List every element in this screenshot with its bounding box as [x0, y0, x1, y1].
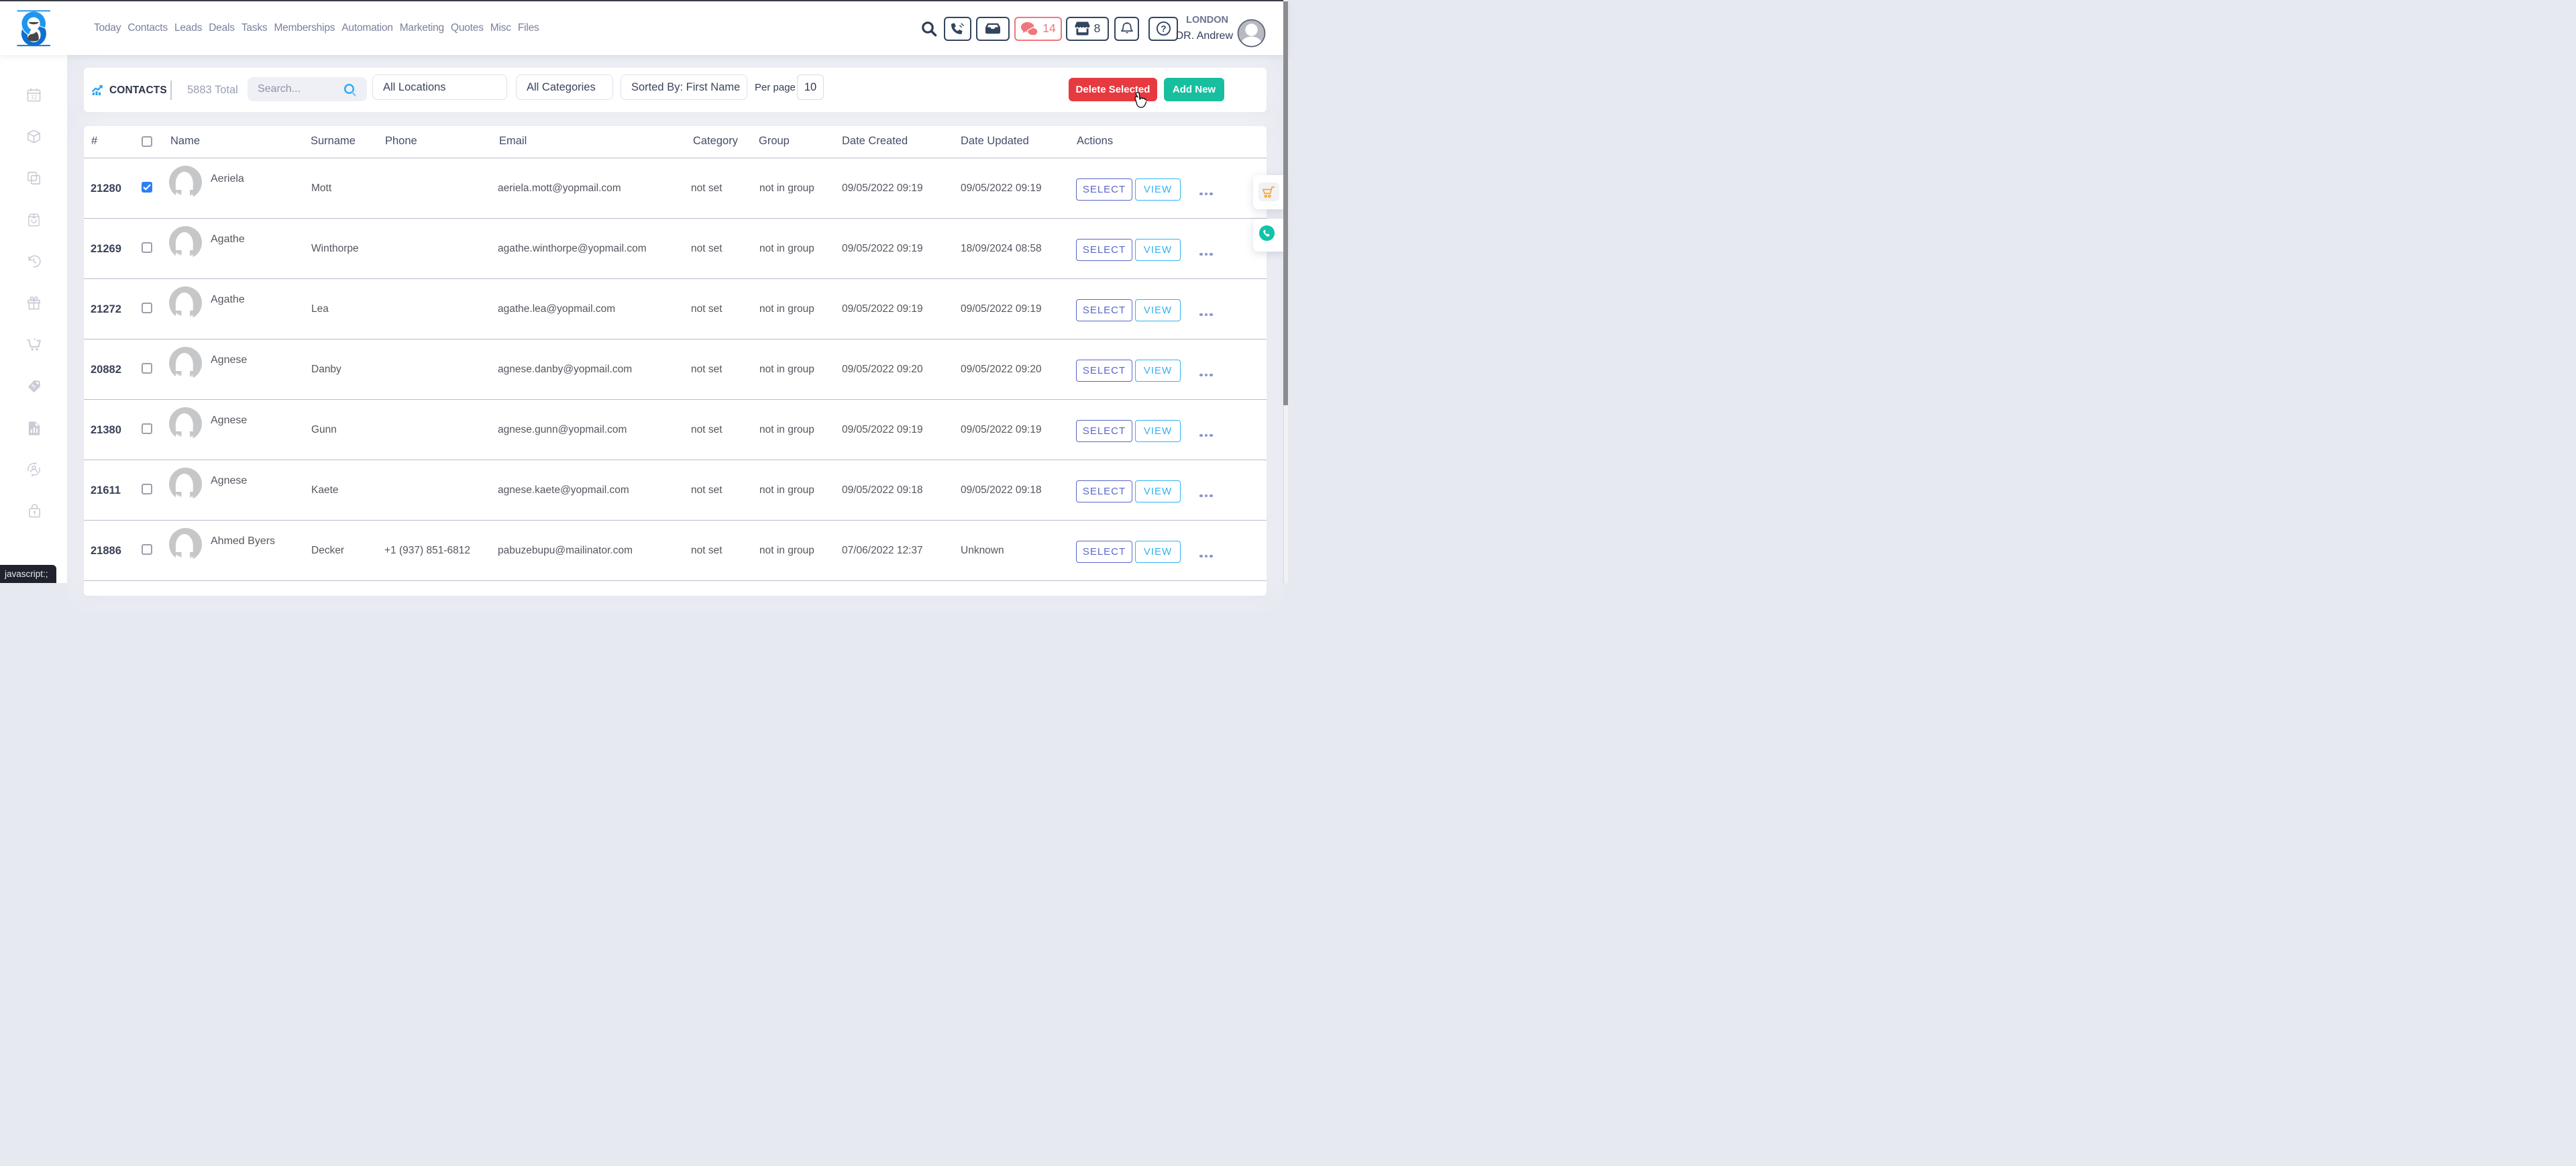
svg-text:12: 12	[31, 94, 38, 101]
